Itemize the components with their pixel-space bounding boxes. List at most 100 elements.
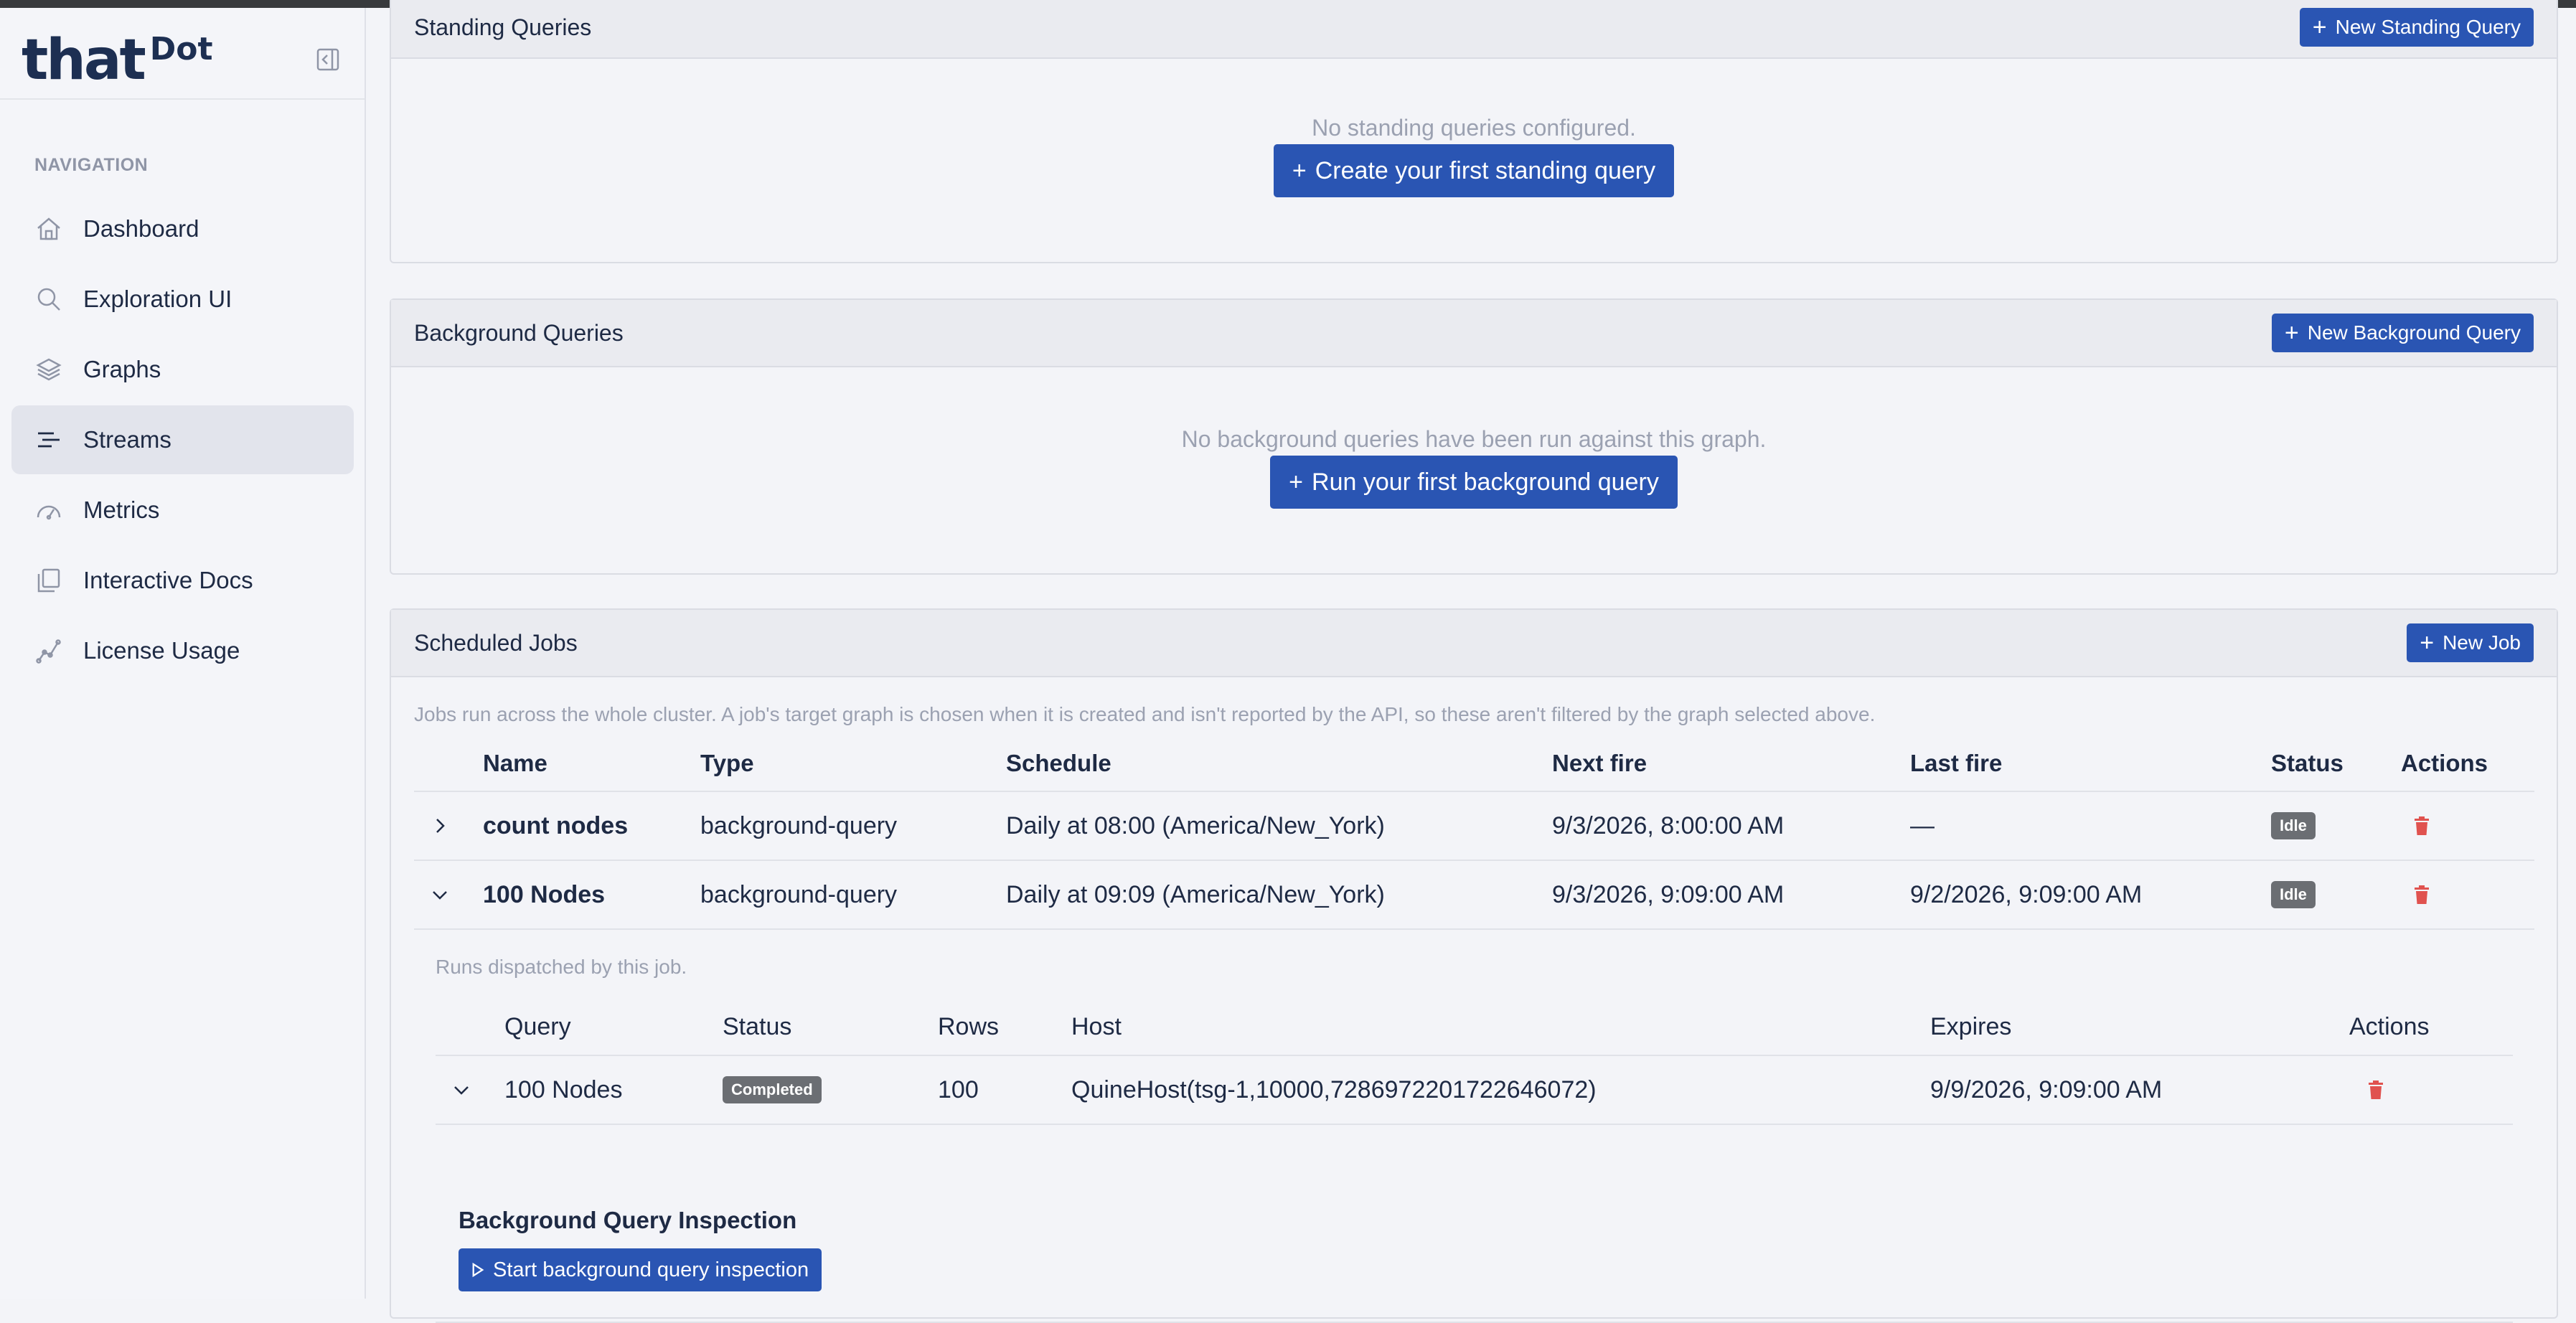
run-first-background-query-button[interactable]: + Run your first background query [1270, 456, 1678, 509]
status-badge: Idle [2271, 812, 2316, 839]
scheduled-jobs-header: Scheduled Jobs + New Job [391, 610, 2557, 677]
run-rows: 100 [938, 1075, 979, 1103]
trash-icon [2369, 1080, 2383, 1099]
plus-icon: + [2284, 319, 2299, 347]
job-type: background-query [700, 811, 898, 839]
job-name: count nodes [483, 811, 629, 839]
plus-icon: + [1289, 469, 1304, 496]
col-next-fire: Next fire [1552, 749, 1647, 776]
col-actions: Actions [2401, 749, 2488, 776]
nav-heading: NAVIGATION [34, 155, 149, 175]
background-queries-title: Background Queries [414, 319, 624, 346]
chevron-down-icon [433, 891, 447, 900]
start-inspection-button[interactable]: Start background query inspection [459, 1248, 822, 1291]
sidebar: that Dot NAVIGATION Dashboard Exploratio… [0, 8, 366, 1299]
layers-icon [36, 358, 62, 381]
standing-empty-text: No standing queries configured. [1312, 115, 1636, 141]
button-label: New Standing Query [2335, 16, 2521, 38]
col-run-actions: Actions [2349, 1012, 2430, 1040]
sidebar-divider [0, 98, 365, 100]
docs-icon [37, 568, 60, 593]
run-status-badge: Completed [723, 1076, 822, 1103]
collapse-sidebar-icon[interactable] [316, 47, 340, 72]
jobs-note: Jobs run across the whole cluster. A job… [414, 703, 1876, 725]
status-badge: Idle [2271, 881, 2316, 908]
new-standing-query-button[interactable]: + New Standing Query [2299, 8, 2534, 47]
delete-job-button[interactable] [2413, 861, 2430, 928]
sidebar-item-interactive-docs[interactable]: Interactive Docs [11, 546, 354, 615]
home-icon [37, 217, 60, 240]
standing-queries-title: Standing Queries [414, 14, 592, 40]
sidebar-item-license-usage[interactable]: License Usage [11, 616, 354, 685]
delete-job-button[interactable] [2413, 792, 2430, 860]
brand-logo[interactable]: that Dot [22, 21, 213, 100]
button-label: Create your first standing query [1315, 156, 1656, 184]
sidebar-item-label: Exploration UI [83, 286, 232, 312]
job-runs-expanded: Runs dispatched by this job. Query Statu… [414, 930, 2534, 1323]
streams-icon [38, 432, 60, 448]
gauge-icon [37, 505, 61, 520]
job-schedule: Daily at 08:00 (America/New_York) [1006, 811, 1385, 839]
col-rows: Rows [938, 1012, 1000, 1040]
sidebar-item-label: Interactive Docs [83, 567, 253, 593]
sidebar-item-label: Metrics [83, 496, 160, 523]
plus-icon: + [2420, 629, 2435, 656]
button-label: New Background Query [2307, 321, 2521, 344]
sidebar-item-metrics[interactable]: Metrics [11, 476, 354, 545]
plus-icon: + [2312, 14, 2327, 41]
col-query: Query [504, 1012, 571, 1040]
col-expires: Expires [1930, 1012, 2012, 1040]
logo-dot: Dot [149, 31, 213, 67]
chevron-right-icon [436, 819, 445, 833]
button-label: Run your first background query [1312, 468, 1659, 496]
collapse-run-button[interactable] [451, 1056, 471, 1124]
run-row: 100 Nodes Completed 100 QuineHost(tsg-1,… [436, 1056, 2513, 1125]
col-status: Status [2271, 749, 2344, 776]
job-next-fire: 9/3/2026, 8:00:00 AM [1552, 811, 1785, 839]
plus-icon: + [1292, 157, 1307, 184]
new-background-query-button[interactable]: + New Background Query [2271, 314, 2534, 352]
jobs-table: Name Type Schedule Next fire Last fire S… [414, 735, 2534, 1323]
new-job-button[interactable]: + New Job [2407, 623, 2534, 662]
logo-that: that [22, 28, 146, 93]
table-row: 100 Nodes background-query Daily at 09:0… [414, 861, 2534, 930]
create-first-standing-query-button[interactable]: + Create your first standing query [1273, 144, 1675, 197]
job-last-fire: — [1910, 811, 1935, 839]
sidebar-item-dashboard[interactable]: Dashboard [11, 194, 354, 263]
job-name: 100 Nodes [483, 880, 606, 908]
sidebar-item-label: Dashboard [83, 215, 199, 242]
delete-run-button[interactable] [2367, 1056, 2384, 1124]
run-host: QuineHost(tsg-1,10000,728697220172264607… [1071, 1075, 1597, 1103]
play-icon [472, 1262, 484, 1278]
standing-queries-empty: No standing queries configured. + Create … [391, 115, 2557, 197]
run-expires: 9/9/2026, 9:09:00 AM [1930, 1075, 2163, 1103]
runs-table-header: Query Status Rows Host Expires Actions [436, 999, 2513, 1056]
button-label: New Job [2443, 631, 2521, 654]
runs-note: Runs dispatched by this job. [436, 956, 687, 978]
col-name: Name [483, 749, 547, 776]
col-last-fire: Last fire [1910, 749, 2003, 776]
sidebar-item-graphs[interactable]: Graphs [11, 335, 354, 404]
col-type: Type [700, 749, 754, 776]
sidebar-item-label: Streams [83, 426, 171, 453]
runs-table: Query Status Rows Host Expires Actions 1… [436, 999, 2513, 1323]
sidebar-item-streams[interactable]: Streams [11, 405, 354, 474]
sidebar-item-label: Graphs [83, 356, 161, 382]
sidebar-nav: Dashboard Exploration UI Graphs Streams … [11, 194, 354, 687]
chevron-down-icon [454, 1086, 469, 1095]
col-run-status: Status [723, 1012, 792, 1040]
scheduled-jobs-panel: Scheduled Jobs + New Job Jobs run across … [390, 608, 2558, 1323]
sidebar-item-exploration-ui[interactable]: Exploration UI [11, 265, 354, 334]
trash-icon [2415, 885, 2429, 904]
scheduled-jobs-title: Scheduled Jobs [414, 629, 578, 656]
col-schedule: Schedule [1006, 749, 1111, 776]
run-query: 100 Nodes [504, 1075, 623, 1103]
expand-row-button[interactable] [430, 792, 450, 860]
table-row: count nodes background-query Daily at 08… [414, 792, 2534, 861]
collapse-row-button[interactable] [430, 861, 450, 928]
job-next-fire: 9/3/2026, 9:09:00 AM [1552, 880, 1785, 908]
background-queries-header: Background Queries + New Background Query [391, 300, 2557, 367]
job-type: background-query [700, 880, 898, 908]
sidebar-item-label: License Usage [83, 637, 240, 664]
chart-line-icon [36, 639, 61, 664]
